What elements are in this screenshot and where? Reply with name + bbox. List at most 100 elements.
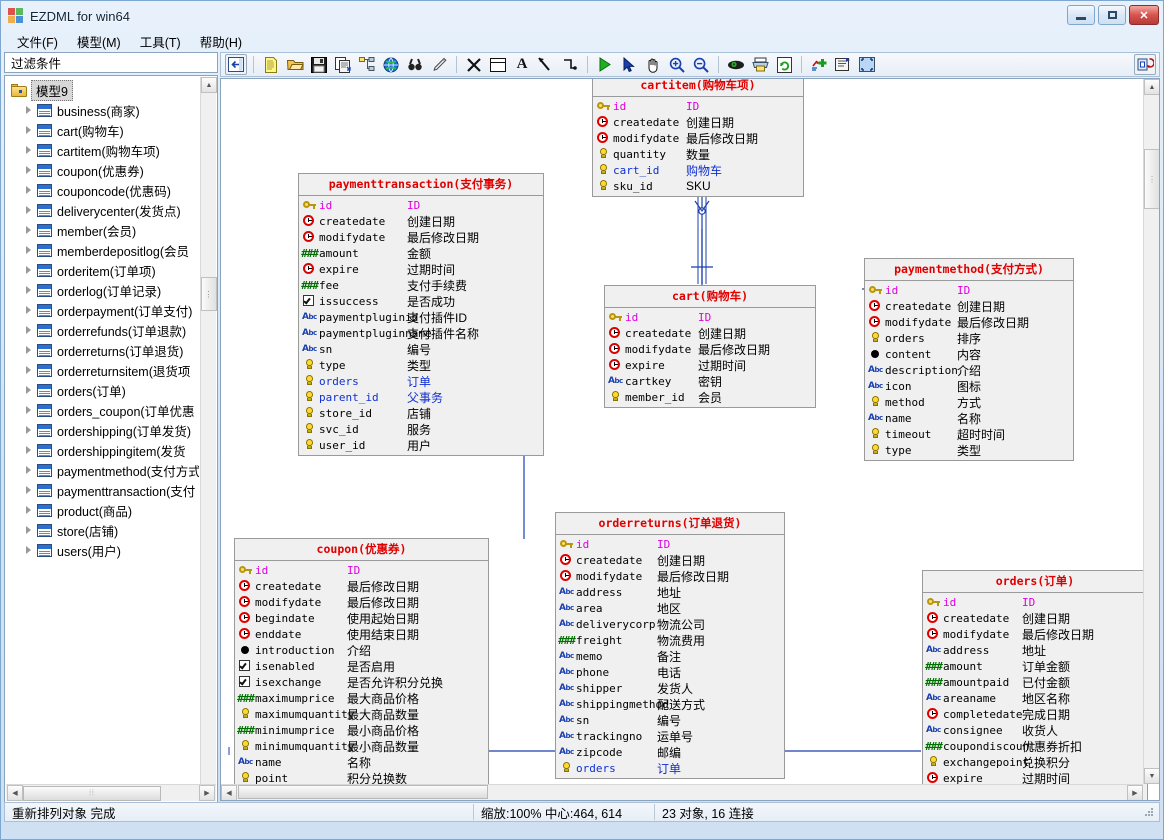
entity-field-issuccess[interactable]: issuccess 是否成功 <box>299 293 543 309</box>
tree-item-orders[interactable]: orders(订单) <box>11 380 199 400</box>
entity-field-isexchange[interactable]: isexchange 是否允许积分兑换 <box>235 674 488 690</box>
print-icon[interactable] <box>749 54 771 75</box>
entity-field-createdate[interactable]: createdate 创建日期 <box>556 552 784 568</box>
entity-field-createdate[interactable]: createdate 创建日期 <box>593 114 803 130</box>
tree-item-orderreturnsitem[interactable]: orderreturnsitem(退货项 <box>11 360 199 380</box>
tree-item-orderpayment[interactable]: orderpayment(订单支付) <box>11 300 199 320</box>
canvas-h-scroll-thumb[interactable] <box>238 785 488 799</box>
expand-arrow-icon[interactable] <box>23 385 34 396</box>
entity-field-begindate[interactable]: begindate 使用起始日期 <box>235 610 488 626</box>
entity-paymenttransaction[interactable]: paymenttransaction(支付事务) id ID createdate 创建… <box>298 173 544 456</box>
expand-arrow-icon[interactable] <box>23 525 34 536</box>
entity-field-timeout[interactable]: timeout 超时时间 <box>865 426 1073 442</box>
entity-field-id[interactable]: id ID <box>556 536 784 552</box>
entity-field-user_id[interactable]: user_id 用户 <box>299 437 543 453</box>
tree-item-cartitem[interactable]: cartitem(购物车项) <box>11 140 199 160</box>
tree-view-icon[interactable] <box>356 54 378 75</box>
entity-field-modifydate[interactable]: modifydate 最后修改日期 <box>865 314 1073 330</box>
expand-arrow-icon[interactable] <box>23 105 34 116</box>
tree-item-ordershipping[interactable]: ordershipping(订单发货) <box>11 420 199 440</box>
entity-field-modifydate[interactable]: modifydate 最后修改日期 <box>299 229 543 245</box>
entity-field-parent_id[interactable]: parent_id 父事务 <box>299 389 543 405</box>
tree-item-users[interactable]: users(用户) <box>11 540 199 560</box>
tree-item-memberdepositlog[interactable]: memberdepositlog(会员 <box>11 240 199 260</box>
canvas-horizontal-scrollbar[interactable]: ◀ ▶ <box>221 784 1143 800</box>
tree-item-orderlog[interactable]: orderlog(订单记录) <box>11 280 199 300</box>
maximize-button[interactable] <box>1098 5 1126 25</box>
fit-screen-icon[interactable] <box>856 54 878 75</box>
entity-field-amountpaid[interactable]: ### amountpaid 已付金额 <box>923 674 1147 690</box>
entity-field-areaname[interactable]: Ab c areaname 地区名称 <box>923 690 1147 706</box>
entity-field-name[interactable]: Ab c name 名称 <box>865 410 1073 426</box>
entity-field-trackingno[interactable]: Ab c trackingno 运单号 <box>556 728 784 744</box>
expand-arrow-icon[interactable] <box>23 365 34 376</box>
entity-field-phone[interactable]: Ab c phone 电话 <box>556 664 784 680</box>
menu-model[interactable]: 模型(M) <box>69 30 129 53</box>
entity-field-id[interactable]: id ID <box>593 98 803 114</box>
tree-item-couponcode[interactable]: couponcode(优惠码) <box>11 180 199 200</box>
entity-cart[interactable]: cart(购物车) id ID createdate 创建日期 modifydate 最后修… <box>604 285 816 408</box>
expand-arrow-icon[interactable] <box>23 405 34 416</box>
canvas-scroll-thumb[interactable]: ⋮ <box>1144 149 1159 209</box>
entity-field-quantity[interactable]: quantity 数量 <box>593 146 803 162</box>
diagram-canvas[interactable]: cartitem(购物车项) id ID createdate 创建日期 modifyda… <box>221 79 1148 800</box>
expand-arrow-icon[interactable] <box>23 545 34 556</box>
entity-field-minimumprice[interactable]: ### minimumprice 最小商品价格 <box>235 722 488 738</box>
expand-arrow-icon[interactable] <box>23 225 34 236</box>
entity-orderreturns[interactable]: orderreturns(订单退货) id ID createdate 创建日期 modi… <box>555 512 785 779</box>
expand-arrow-icon[interactable] <box>23 445 34 456</box>
entity-field-expire[interactable]: expire 过期时间 <box>299 261 543 277</box>
minimize-button[interactable] <box>1067 5 1095 25</box>
entity-field-id[interactable]: id ID <box>865 282 1073 298</box>
tree-vertical-scrollbar[interactable]: ▲ ⋮ <box>200 77 217 784</box>
find-icon[interactable] <box>404 54 426 75</box>
tree-item-business[interactable]: business(商家) <box>11 100 199 120</box>
expand-arrow-icon[interactable] <box>23 125 34 136</box>
open-folder-icon[interactable] <box>284 54 306 75</box>
entity-paymentmethod[interactable]: paymentmethod(支付方式) id ID createdate 创建日期 mod… <box>864 258 1074 461</box>
polyline-icon[interactable] <box>559 54 581 75</box>
tree-item-orderrefunds[interactable]: orderrefunds(订单退款) <box>11 320 199 340</box>
scroll-right-button[interactable]: ▶ <box>199 785 215 801</box>
menu-help[interactable]: 帮助(H) <box>192 30 250 53</box>
entity-field-fee[interactable]: ###fee 支付手续费 <box>299 277 543 293</box>
entity-field-sn[interactable]: Ab c sn 编号 <box>556 712 784 728</box>
entity-field-method[interactable]: method 方式 <box>865 394 1073 410</box>
new-document-icon[interactable] <box>260 54 282 75</box>
tree-item-paymentmethod[interactable]: paymentmethod(支付方式 <box>11 460 199 480</box>
add-element-icon[interactable] <box>808 54 830 75</box>
entity-field-shippingmethod[interactable]: Ab c shippingmethod 配送方式 <box>556 696 784 712</box>
globe-icon[interactable] <box>380 54 402 75</box>
tree-root-node[interactable]: 模型9 <box>11 79 199 101</box>
reset-layout-icon[interactable] <box>1134 54 1156 75</box>
entity-field-sn[interactable]: Ab c sn 编号 <box>299 341 543 357</box>
entity-field-description[interactable]: Ab c description 介绍 <box>865 362 1073 378</box>
entity-field-type[interactable]: type 类型 <box>299 357 543 373</box>
entity-field-content[interactable]: content 内容 <box>865 346 1073 362</box>
new-table-icon[interactable] <box>487 54 509 75</box>
entity-field-completedate[interactable]: completedate 完成日期 <box>923 706 1147 722</box>
entity-field-modifydate[interactable]: modifydate 最后修改日期 <box>593 130 803 146</box>
entity-field-shipper[interactable]: Ab c shipper 发货人 <box>556 680 784 696</box>
tree-item-orderitem[interactable]: orderitem(订单项) <box>11 260 199 280</box>
scroll-left-button[interactable]: ◀ <box>7 785 23 801</box>
entity-field-createdate[interactable]: createdate 创建日期 <box>605 325 815 341</box>
expand-arrow-icon[interactable] <box>23 165 34 176</box>
entity-field-area[interactable]: Ab c area 地区 <box>556 600 784 616</box>
tree-item-coupon[interactable]: coupon(优惠券) <box>11 160 199 180</box>
zoom-in-icon[interactable] <box>666 54 688 75</box>
entity-field-createdate[interactable]: createdate 创建日期 <box>923 610 1147 626</box>
entity-field-modifydate[interactable]: modifydate 最后修改日期 <box>556 568 784 584</box>
entity-field-svc_id[interactable]: svc_id 服务 <box>299 421 543 437</box>
expand-arrow-icon[interactable] <box>23 425 34 436</box>
expand-arrow-icon[interactable] <box>23 205 34 216</box>
canvas-scroll-up-button[interactable]: ▲ <box>1144 79 1159 95</box>
entity-field-isenabled[interactable]: isenabled 是否启用 <box>235 658 488 674</box>
entity-field-amount[interactable]: ### amount 金额 <box>299 245 543 261</box>
close-button[interactable]: ✕ <box>1129 5 1159 25</box>
entity-orders[interactable]: orders(订单) id ID createdate 创建日期 modifydate 最后… <box>922 570 1148 800</box>
tree-item-paymenttransaction[interactable]: paymenttransaction(支付 <box>11 480 199 500</box>
entity-field-createdate[interactable]: createdate 创建日期 <box>299 213 543 229</box>
expand-arrow-icon[interactable] <box>23 465 34 476</box>
tree-item-orderreturns[interactable]: orderreturns(订单退货) <box>11 340 199 360</box>
